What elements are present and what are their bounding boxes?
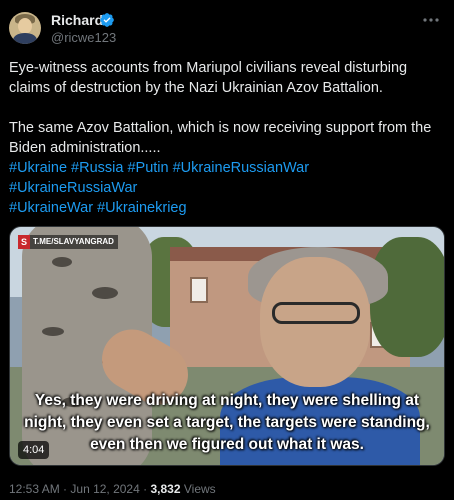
tweet-meta: 12:53 AM · Jun 12, 2024 · 3,832 Views [9, 482, 216, 496]
hashtag-link[interactable]: #UkraineWar #Ukrainekrieg [9, 200, 187, 216]
tweet-text: Eye-witness accounts from Mariupol civil… [9, 58, 445, 218]
hashtag-line-1: #Ukraine #Russia #Putin #UkraineRussianW… [9, 158, 445, 178]
hashtag-line-3: #UkraineWar #Ukrainekrieg [9, 198, 445, 218]
avatar-body [13, 33, 37, 44]
watermark-text: T.ME/SLAVYANGRAD [33, 237, 114, 246]
video-subtitle: Yes, they were driving at night, they we… [24, 392, 430, 453]
bark-mark [52, 257, 72, 267]
more-options-icon[interactable] [421, 12, 441, 28]
building-window [190, 277, 208, 303]
meta-separator: · [143, 482, 148, 496]
tweet-date[interactable]: Jun 12, 2024 [70, 482, 139, 496]
views-label: Views [183, 482, 216, 496]
author-handle[interactable]: @ricwe123 [51, 30, 116, 45]
tweet-paragraph-2: The same Azov Battalion, which is now re… [9, 120, 432, 156]
watermark-logo: S [18, 235, 30, 249]
hashtag-link[interactable]: #UkraineRussiaWar [9, 180, 137, 196]
avatar-face [18, 18, 32, 34]
author-avatar[interactable] [9, 12, 41, 44]
hashtag-block: #Ukraine #Russia #Putin #UkraineRussianW… [9, 158, 445, 218]
tweet-time[interactable]: 12:53 AM [9, 482, 60, 496]
meta-separator: · [63, 482, 68, 496]
video-watermark: S T.ME/SLAVYANGRAD [18, 235, 118, 249]
author-name[interactable]: Richard [51, 12, 103, 28]
bark-mark [42, 327, 64, 336]
hashtag-link[interactable]: #Ukraine #Russia #Putin #UkraineRussianW… [9, 160, 309, 176]
hashtag-line-2: #UkraineRussiaWar [9, 178, 445, 198]
verified-badge-icon [100, 13, 114, 27]
views-count: 3,832 [150, 482, 181, 496]
speaker-glasses [272, 302, 360, 324]
tweet-paragraph-1: Eye-witness accounts from Mariupol civil… [9, 60, 408, 96]
bark-mark [92, 287, 118, 299]
video-duration: 4:04 [18, 441, 50, 459]
video-player[interactable]: S T.ME/SLAVYANGRAD Yes, they were drivin… [9, 226, 445, 466]
